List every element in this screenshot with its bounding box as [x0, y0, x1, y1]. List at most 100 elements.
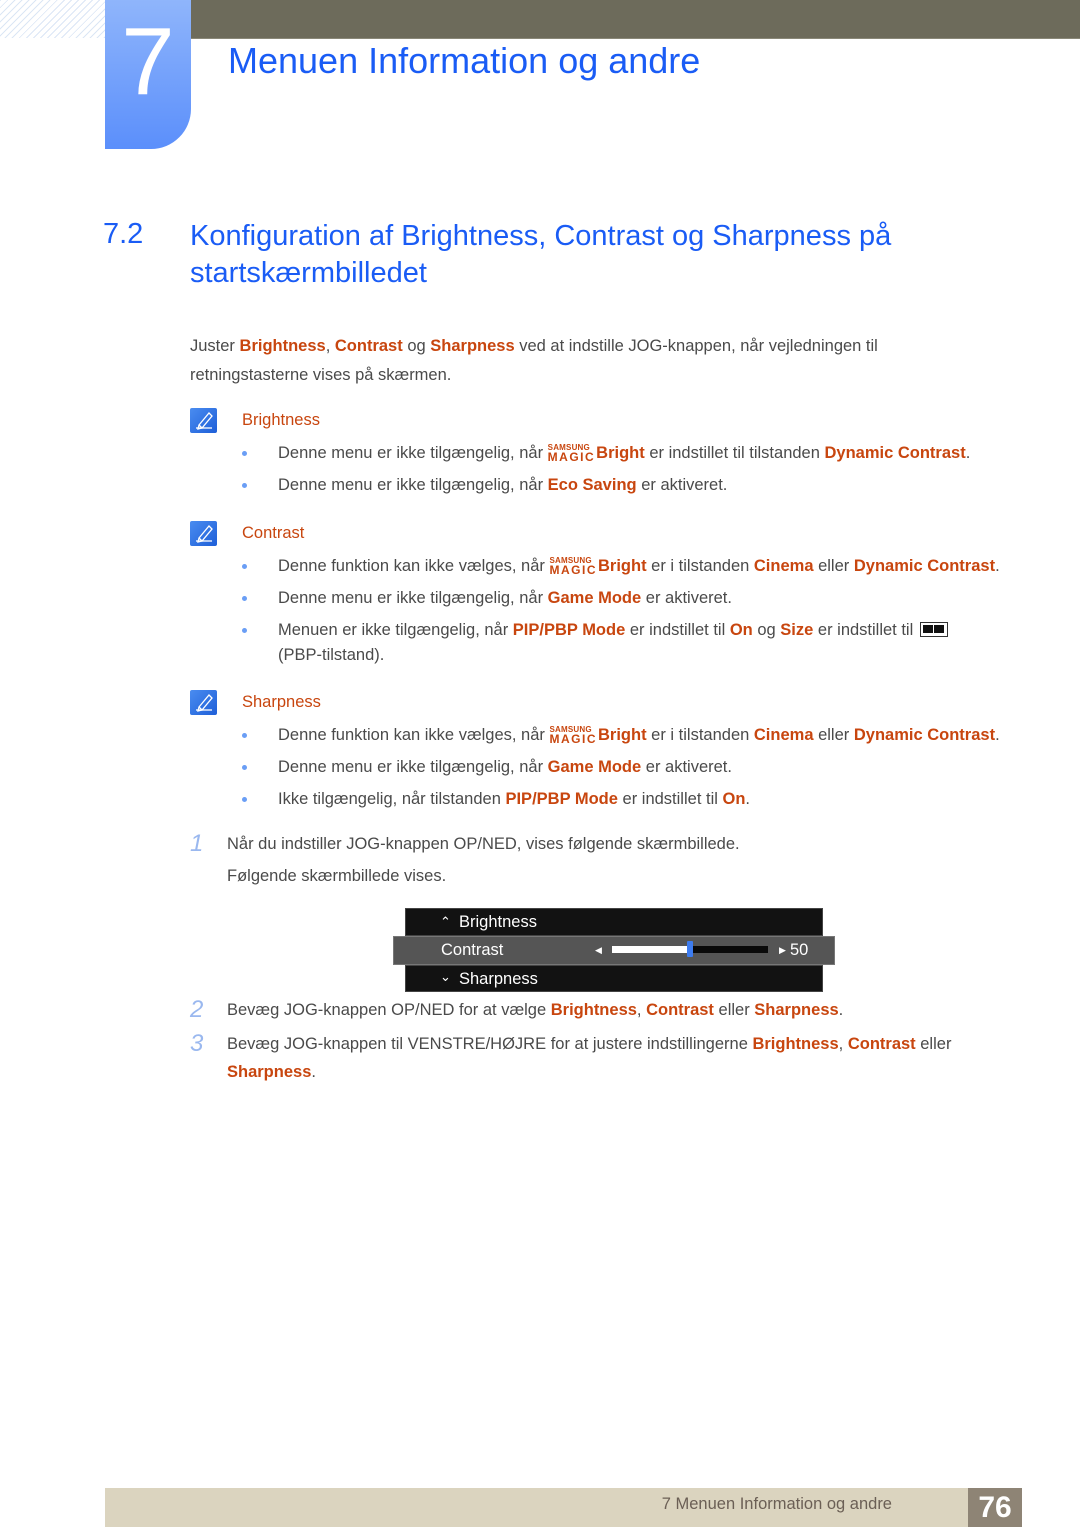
- text: er indstillet til: [625, 621, 730, 639]
- note-pencil-icon: [190, 690, 217, 715]
- note-heading-brightness: Brightness: [190, 408, 320, 433]
- step-number: 1: [190, 830, 204, 857]
- bullet-icon: [242, 797, 247, 802]
- note-pencil-icon: [190, 521, 217, 546]
- text: Denne menu er ikke tilgængelig, når: [278, 758, 548, 776]
- osd-value: 50: [790, 941, 809, 959]
- pbp-split-icon: [919, 622, 948, 637]
- text: Denne menu er ikke tilgængelig, når: [278, 476, 548, 494]
- footer-bar: 7 Menuen Information og andre: [105, 1488, 1022, 1527]
- text: Denne funktion kan ikke vælges, når: [278, 557, 550, 575]
- note-pencil-icon: [190, 408, 217, 433]
- highlight: Sharpness: [227, 1063, 312, 1081]
- highlight-contrast: Contrast: [334, 337, 403, 355]
- text: ,: [325, 337, 335, 355]
- chapter-title: Menuen Information og andre: [228, 40, 701, 81]
- highlight: PIP/PBP Mode: [505, 790, 618, 808]
- intro-paragraph: Juster Brightness, Contrast og Sharpness…: [190, 332, 990, 390]
- text: .: [995, 726, 1000, 744]
- osd-item-sharpness[interactable]: ⌄ Sharpness: [405, 965, 823, 992]
- note-title: Sharpness: [242, 693, 321, 711]
- text: Menuen er ikke tilgængelig, når: [278, 621, 513, 639]
- highlight: PIP/PBP Mode: [512, 621, 626, 639]
- contrast-slider[interactable]: [612, 941, 768, 957]
- text: er i tilstanden: [646, 726, 754, 744]
- samsung-magic-logo: SAMSUNG MAGIC: [549, 557, 598, 577]
- osd-menu: ⌃ Brightness Contrast ◀ ▶ 50 ⌄ Sharpness: [393, 907, 835, 993]
- logo-bottom: MAGIC: [549, 732, 597, 746]
- text: er indstillet til tilstanden: [644, 444, 825, 462]
- list-item: Denne menu er ikke tilgængelig, når Game…: [242, 755, 1002, 780]
- list-item: Denne funktion kan ikke vælges, når SAMS…: [242, 554, 1002, 579]
- list-item: Ikke tilgængelig, når tilstanden PIP/PBP…: [242, 787, 1002, 812]
- highlight: Bright: [596, 444, 645, 462]
- chapter-badge: 7: [105, 0, 191, 149]
- note-heading-contrast: Contrast: [190, 521, 304, 546]
- chapter-number: 7: [121, 8, 175, 115]
- osd-item-brightness[interactable]: ⌃ Brightness: [405, 908, 823, 936]
- text: .: [965, 444, 971, 462]
- highlight: Contrast: [646, 1001, 714, 1019]
- bullet-icon: [242, 765, 247, 770]
- text: .: [745, 790, 751, 808]
- text: er indstillet til: [813, 621, 918, 639]
- chevron-up-icon: ⌃: [440, 914, 451, 929]
- step-2: 2 Bevæg JOG-knappen OP/NED for at vælge …: [190, 996, 1010, 1024]
- text: er aktiveret.: [641, 758, 732, 776]
- step-number: 3: [190, 1030, 204, 1057]
- highlight: Cinema: [753, 726, 814, 744]
- highlight: Brightness: [550, 1001, 637, 1019]
- text: Juster: [190, 337, 240, 355]
- text: er indstillet til: [617, 790, 723, 808]
- logo-bottom: MAGIC: [547, 450, 596, 464]
- highlight: Size: [780, 621, 814, 639]
- step-3: 3 Bevæg JOG-knappen til VENSTRE/HØJRE fo…: [190, 1030, 1010, 1086]
- text: og: [752, 621, 781, 639]
- highlight: On: [729, 621, 753, 639]
- highlight: Sharpness: [754, 1001, 839, 1019]
- bullet-icon: [242, 628, 247, 633]
- highlight: Contrast: [847, 1035, 916, 1053]
- highlight: Dynamic Contrast: [853, 557, 996, 575]
- left-arrow-icon[interactable]: ◀: [595, 945, 602, 956]
- text: .: [838, 1001, 844, 1019]
- slider-thumb[interactable]: [687, 941, 693, 957]
- note-heading-sharpness: Sharpness: [190, 690, 321, 715]
- text: er aktiveret.: [636, 476, 728, 494]
- osd-label: Sharpness: [459, 970, 538, 988]
- text: Denne menu er ikke tilgængelig, når: [278, 589, 548, 607]
- samsung-magic-logo: SAMSUNG MAGIC: [547, 444, 596, 464]
- osd-item-contrast[interactable]: Contrast ◀ ▶ 50: [393, 936, 835, 965]
- note-title: Brightness: [242, 411, 320, 429]
- logo-bottom: MAGIC: [549, 563, 597, 577]
- highlight-brightness: Brightness: [239, 337, 326, 355]
- bullet-icon: [242, 733, 247, 738]
- highlight: Bright: [598, 557, 647, 575]
- list-item: Menuen er ikke tilgængelig, når PIP/PBP …: [242, 618, 1002, 668]
- osd-label: Contrast: [441, 941, 504, 959]
- chevron-down-icon: ⌄: [440, 969, 451, 984]
- section-number: 7.2: [103, 218, 144, 250]
- bullet-icon: [242, 483, 247, 488]
- text: ,: [636, 1001, 647, 1019]
- highlight-sharpness: Sharpness: [430, 337, 515, 355]
- highlight: Game Mode: [547, 589, 642, 607]
- list-item: Denne menu er ikke tilgængelig, når Eco …: [242, 473, 1002, 498]
- text: er aktiveret.: [641, 589, 732, 607]
- text: eller: [813, 726, 854, 744]
- header-bar: [190, 0, 1080, 39]
- step-1: 1 Når du indstiller JOG-knappen OP/NED, …: [190, 830, 1010, 890]
- text: ,: [838, 1035, 848, 1053]
- step-text: Når du indstiller JOG-knappen OP/NED, vi…: [227, 835, 740, 853]
- highlight: Brightness: [752, 1035, 839, 1053]
- text: eller: [915, 1035, 952, 1053]
- footer-chapter-title: 7 Menuen Information og andre: [661, 1495, 892, 1513]
- text: .: [995, 557, 1000, 575]
- text: Bevæg JOG-knappen OP/NED for at vælge: [227, 1001, 551, 1019]
- right-arrow-icon[interactable]: ▶: [779, 945, 786, 956]
- list-item: Denne funktion kan ikke vælges, når SAMS…: [242, 723, 1002, 748]
- highlight: Dynamic Contrast: [824, 444, 966, 462]
- slider-fill: [612, 946, 690, 953]
- highlight: Bright: [598, 726, 647, 744]
- bullet-icon: [242, 596, 247, 601]
